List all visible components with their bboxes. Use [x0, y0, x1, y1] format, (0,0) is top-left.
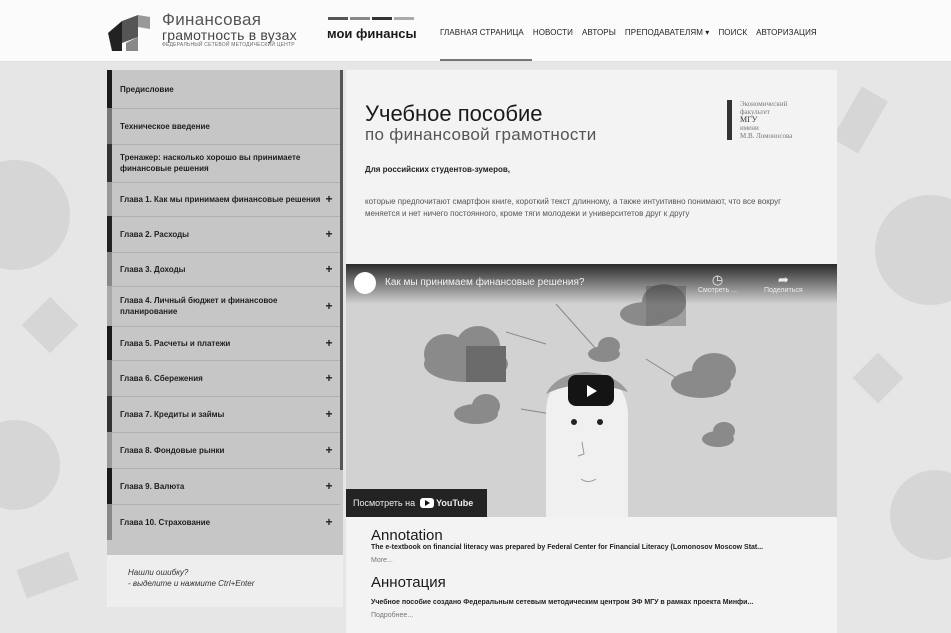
play-button[interactable] [568, 375, 614, 406]
sidebar-item-label: Глава 5. Расчеты и платежи [120, 338, 231, 348]
expand-plus-icon[interactable]: + [324, 408, 334, 420]
youtube-icon: YouTube [420, 498, 473, 508]
logo-text[interactable]: Финансовая грамотность в вузах Федеральн… [162, 10, 297, 49]
watch-later-button[interactable]: ◷ Смотреть ... [698, 272, 737, 295]
annotation-en-text: The e-textbook on financial literacy was… [371, 544, 764, 551]
sidebar-item-label: Глава 3. Доходы [120, 264, 186, 274]
university-logo: Экономический факультет МГУ имени М.В. Л… [727, 100, 827, 140]
sidebar-item-chapter-6[interactable]: Глава 6. Сбережения + [107, 360, 340, 396]
background-shape [852, 352, 904, 404]
sidebar-item-quiz[interactable]: Тренажер: насколько хорошо вы принимаете… [107, 144, 340, 182]
logo-caption: Федеральный сетевой методический центр [162, 42, 295, 48]
sidebar-item-label: Глава 2. Расходы [120, 229, 190, 239]
annotation-en-heading: Annotation [371, 527, 443, 544]
nav-teachers-dropdown[interactable]: ПРЕПОДАВАТЕЛЯМ [625, 28, 710, 37]
page-subtitle: по финансовой грамотности [365, 125, 597, 144]
background-shape [875, 195, 951, 305]
background-shape [21, 296, 79, 354]
sidebar-item-chapter-5[interactable]: Глава 5. Расчеты и платежи + [107, 326, 340, 360]
expand-plus-icon[interactable]: + [324, 263, 334, 275]
nav-search[interactable]: ПОИСК [718, 28, 747, 37]
error-hint-title: Нашли ошибку? [128, 568, 189, 577]
sidebar-item-chapter-3[interactable]: Глава 3. Доходы + [107, 252, 340, 286]
nav-home[interactable]: ГЛАВНАЯ СТРАНИЦА [440, 28, 524, 37]
brand-name[interactable]: мои финансы [327, 26, 417, 41]
brand-bars-icon [328, 17, 414, 21]
expand-plus-icon[interactable]: + [324, 300, 334, 312]
error-hint-text: - выделите и нажмите Ctrl+Enter [128, 579, 255, 588]
sidebar-item-tech-intro[interactable]: Техническое введение [107, 108, 340, 144]
watch-later-label: Смотреть ... [698, 287, 737, 294]
sidebar-item-chapter-1[interactable]: Глава 1. Как мы принимаем финансовые реш… [107, 182, 340, 216]
sidebar-scrollbar[interactable] [340, 70, 343, 470]
sidebar-item-label: Глава 10. Страхование [120, 517, 211, 527]
share-label: Поделиться [764, 287, 803, 294]
sidebar-item-label: Глава 1. Как мы принимаем финансовые реш… [120, 194, 321, 204]
univ-line: Экономический [740, 100, 788, 108]
univ-line: МГУ [740, 115, 758, 124]
logo-icon[interactable] [108, 15, 150, 51]
nav-news[interactable]: НОВОСТИ [533, 28, 573, 37]
watch-on-youtube-button[interactable]: Посмотреть на YouTube [346, 489, 487, 517]
sidebar-item-chapter-4[interactable]: Глава 4. Личный бюджет и финансовое план… [107, 286, 340, 326]
expand-plus-icon[interactable]: + [324, 516, 334, 528]
expand-plus-icon[interactable]: + [324, 444, 334, 456]
sidebar-item-label: Тренажер: насколько хорошо вы принимаете… [120, 153, 301, 173]
annotation-ru-more-link[interactable]: Подробнее... [371, 612, 753, 619]
sidebar-item-label: Предисловие [120, 84, 174, 94]
expand-plus-icon[interactable]: + [324, 480, 334, 492]
site-header: Финансовая грамотность в вузах Федеральн… [0, 0, 951, 62]
sidebar-item-label: Техническое введение [120, 121, 210, 131]
audience-description: которые предпочитают смартфон книге, кор… [365, 197, 782, 218]
univ-line: имени [740, 124, 759, 132]
background-shape [832, 86, 888, 154]
sidebar-item-chapter-9[interactable]: Глава 9. Валюта + [107, 468, 340, 504]
expand-plus-icon[interactable]: + [324, 337, 334, 349]
expand-plus-icon[interactable]: + [324, 193, 334, 205]
annotation-ru-text: Учебное пособие создано Федеральным сете… [371, 599, 754, 606]
video-title[interactable]: Как мы принимаем финансовые решения? [385, 277, 584, 288]
background-shape [0, 420, 60, 510]
share-button[interactable]: ➦ Поделиться [764, 272, 803, 295]
watch-on-label: Посмотреть на [353, 498, 416, 508]
youtube-label: YouTube [436, 498, 474, 508]
sidebar-item-label: Глава 4. Личный бюджет и финансовое план… [120, 296, 278, 316]
error-report-hint: Нашли ошибку? - выделите и нажмите Ctrl+… [107, 555, 343, 607]
univ-line: М.В. Ломоносова [740, 132, 793, 140]
background-shape [16, 551, 79, 599]
video-player[interactable]: Как мы принимаем финансовые решения? ◷ С… [346, 264, 837, 517]
audience-heading: Для российских студентов-зумеров, [365, 165, 510, 174]
annotation-ru-heading: Аннотация [371, 574, 446, 591]
nav-authors[interactable]: АВТОРЫ [582, 28, 616, 37]
share-icon: ➦ [777, 272, 789, 287]
nav-active-indicator [440, 59, 532, 61]
logo-subtitle: грамотность в вузах [162, 27, 297, 43]
sidebar-item-label: Глава 9. Валюта [120, 481, 185, 491]
sidebar-item-chapter-7[interactable]: Глава 7. Кредиты и займы + [107, 396, 340, 432]
page-title: Учебное пособие [365, 101, 543, 126]
annotation-en-more-link[interactable]: More... [371, 557, 763, 564]
background-shape [0, 160, 70, 270]
annotation-ru: Аннотация Учебное пособие создано Федера… [371, 574, 753, 619]
expand-plus-icon[interactable]: + [324, 228, 334, 240]
nav-login[interactable]: АВТОРИЗАЦИЯ [756, 28, 817, 37]
sidebar-item-label: Глава 7. Кредиты и займы [120, 409, 225, 419]
sidebar-item-chapter-8[interactable]: Глава 8. Фондовые рынки + [107, 432, 340, 468]
sidebar-item-label: Глава 8. Фондовые рынки [120, 445, 225, 455]
sidebar-item-chapter-10[interactable]: Глава 10. Страхование + [107, 504, 340, 540]
logo-title: Финансовая [162, 10, 262, 29]
clock-icon: ◷ [711, 272, 724, 287]
sidebar-item-chapter-2[interactable]: Глава 2. Расходы + [107, 216, 340, 252]
annotation-en: Annotation The e-textbook on financial l… [371, 527, 763, 564]
sidebar-item-label: Глава 6. Сбережения [120, 373, 203, 383]
channel-avatar[interactable] [354, 272, 376, 294]
background-shape [890, 470, 951, 560]
expand-plus-icon[interactable]: + [324, 372, 334, 384]
sidebar-item-preface[interactable]: Предисловие [107, 70, 340, 108]
main-nav: ГЛАВНАЯ СТРАНИЦА НОВОСТИ АВТОРЫ ПРЕПОДАВ… [440, 28, 817, 37]
